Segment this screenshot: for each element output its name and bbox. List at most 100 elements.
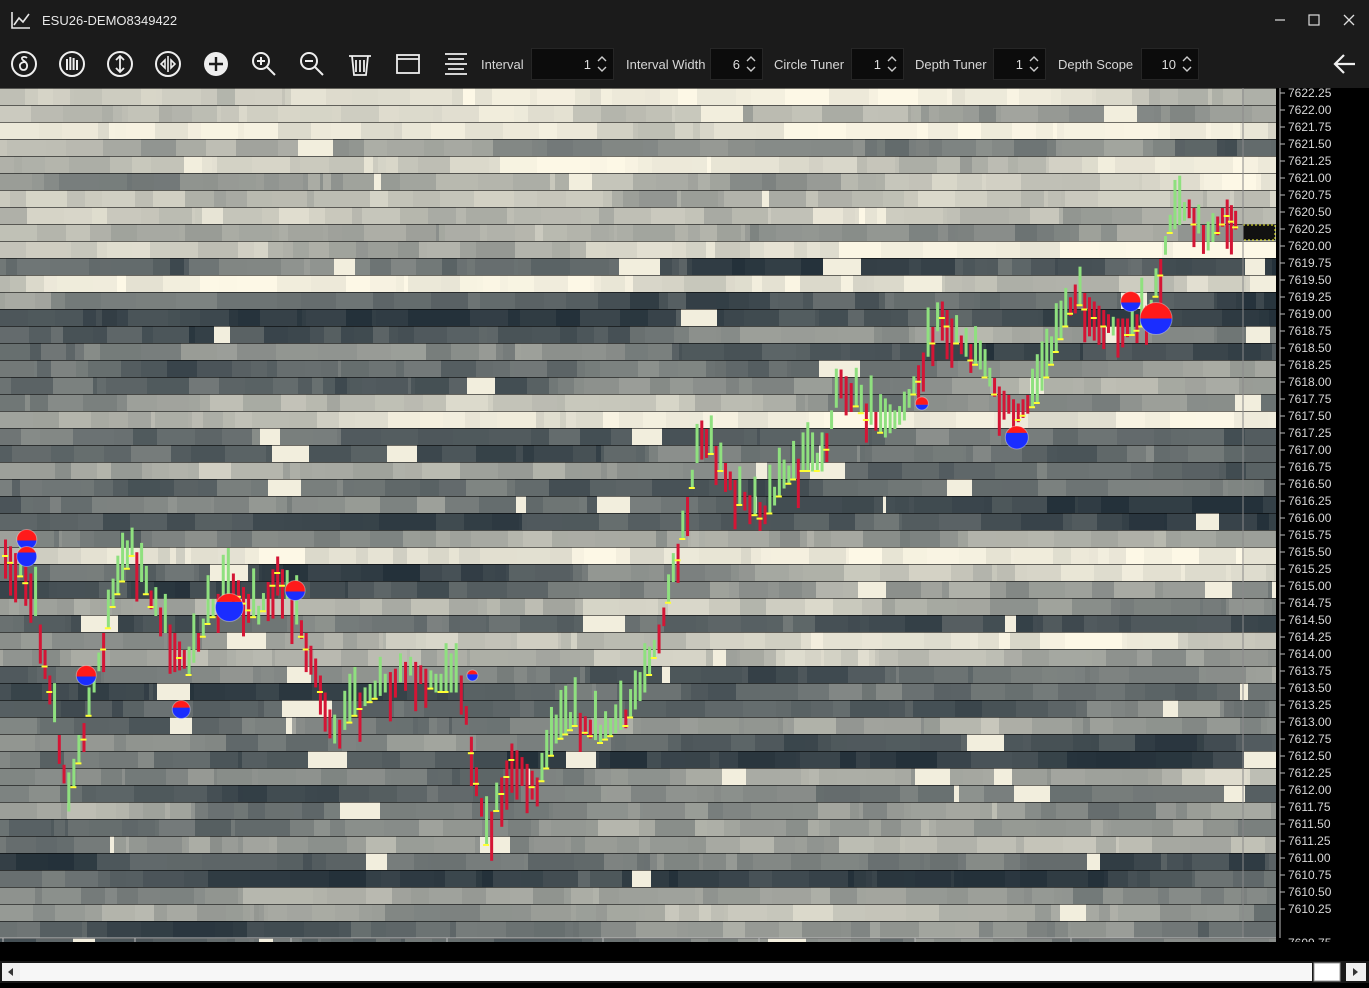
- bid-trade-bar: [135, 552, 139, 602]
- toolbar: Interval 1 Interval Width 6 Circle Tuner…: [0, 40, 1369, 88]
- ask-trade-bar: [568, 712, 572, 731]
- zoom-in-icon[interactable]: [249, 49, 279, 79]
- price-tick-label: 7616.25: [1288, 494, 1332, 508]
- price-tick-label: 7612.00: [1288, 783, 1332, 797]
- back-arrow-icon[interactable]: [1330, 49, 1360, 79]
- depth-heatmap-chart[interactable]: 7622.25 7622.00 7621.75 7621.50 7621.25 7621.…: [0, 88, 1369, 942]
- trade-dot: [1190, 223, 1197, 226]
- ask-trade-bar: [1178, 175, 1182, 225]
- close-icon[interactable]: [1334, 8, 1364, 32]
- horizontal-scrollbar[interactable]: [0, 961, 1369, 983]
- zoom-out-icon[interactable]: [297, 49, 327, 79]
- trade-dot: [1033, 402, 1040, 404]
- minimize-icon[interactable]: [1265, 8, 1295, 32]
- price-tick-label: 7613.25: [1288, 698, 1332, 712]
- trade-dot: [967, 359, 974, 362]
- ask-trade-bar: [373, 680, 377, 700]
- interval-width-value: 6: [732, 57, 740, 72]
- trade-dot: [109, 606, 116, 608]
- price-tick-label: 7611.50: [1288, 817, 1331, 831]
- up-down-arrows-icon[interactable]: [1027, 53, 1041, 75]
- price-tick-label: 7611.25: [1288, 834, 1331, 848]
- price-tick-label: 7614.00: [1288, 647, 1332, 661]
- bid-trade-bar: [62, 764, 66, 784]
- trade-dot: [483, 844, 490, 846]
- ask-trade-bar: [671, 553, 675, 582]
- trade-dot: [804, 470, 811, 472]
- bid-trade-bar: [48, 675, 52, 705]
- up-down-arrows-icon[interactable]: [595, 53, 609, 75]
- bid-trade-bar: [4, 539, 7, 579]
- align-lines-icon[interactable]: [441, 49, 471, 79]
- ask-trade-bar: [854, 367, 858, 407]
- window-panel-icon[interactable]: [393, 49, 423, 79]
- delta-tool-icon[interactable]: [9, 49, 39, 79]
- ask-trade-bar: [72, 758, 76, 788]
- bid-trade-bar: [931, 327, 935, 367]
- bid-trade-bar: [864, 403, 868, 443]
- trade-dot: [85, 714, 92, 717]
- ask-trade-bar: [974, 326, 978, 366]
- scroll-thumb[interactable]: [1313, 962, 1341, 982]
- price-tick-label: 7617.50: [1288, 409, 1332, 423]
- volume-profile-tool-icon[interactable]: [57, 49, 87, 79]
- trade-dot: [346, 721, 353, 724]
- bid-trade-bar: [578, 712, 582, 752]
- maximize-icon[interactable]: [1299, 8, 1329, 32]
- ask-trade-bar: [983, 349, 987, 378]
- trade-dot: [302, 648, 309, 651]
- trade-dot: [852, 405, 859, 408]
- up-down-arrows-icon[interactable]: [744, 53, 758, 75]
- bid-trade-bar: [178, 641, 182, 671]
- trade-dot: [717, 470, 724, 472]
- up-down-arrows-icon[interactable]: [1180, 53, 1194, 75]
- price-tick-label: 7613.00: [1288, 715, 1332, 729]
- ask-trade-bar: [257, 605, 261, 625]
- ask-trade-bar: [609, 718, 613, 737]
- add-study-icon[interactable]: [201, 49, 231, 79]
- interval-stepper[interactable]: 1: [531, 48, 614, 80]
- price-tick-label: 7610.50: [1288, 885, 1332, 899]
- trade-dot: [259, 610, 266, 613]
- ask-trade-bar: [1154, 268, 1158, 298]
- bid-trade-bar: [1083, 293, 1087, 343]
- depth-tuner-stepper[interactable]: 1: [993, 48, 1046, 80]
- up-down-arrows-icon[interactable]: [885, 53, 899, 75]
- depth-tuner-value: 1: [1015, 57, 1023, 72]
- price-tick-label: 7612.75: [1288, 732, 1332, 746]
- ask-trade-bar: [53, 683, 57, 723]
- clear-trash-icon[interactable]: [345, 49, 375, 79]
- ask-trade-bar: [549, 706, 553, 757]
- ask-trade-bar: [398, 653, 402, 683]
- bid-trade-bar: [505, 760, 509, 810]
- trade-dot: [751, 514, 758, 517]
- depth-scope-stepper[interactable]: 10: [1141, 48, 1199, 80]
- ask-trade-bar: [540, 752, 544, 782]
- trade-dot: [938, 317, 945, 319]
- horizontal-autoscale-icon[interactable]: [153, 49, 183, 79]
- bid-trade-bar: [997, 386, 1001, 436]
- trade-dot: [274, 572, 281, 574]
- ask-trade-bar: [926, 307, 930, 357]
- trade-dot: [269, 584, 276, 587]
- vertical-autoscale-icon[interactable]: [105, 49, 135, 79]
- ask-trade-bar: [564, 685, 568, 735]
- bid-trade-bar: [1159, 259, 1163, 309]
- ask-trade-bar: [87, 687, 91, 717]
- trade-dot: [581, 731, 588, 734]
- trade-dot: [1052, 351, 1059, 353]
- price-tick-label: 7612.25: [1288, 766, 1332, 780]
- price-tick-label: 7612.50: [1288, 749, 1332, 763]
- circle-tuner-stepper[interactable]: 1: [851, 48, 904, 80]
- interval-width-stepper[interactable]: 6: [710, 48, 763, 80]
- scroll-track[interactable]: [20, 963, 1312, 981]
- price-tick-label: 7621.25: [1288, 154, 1332, 168]
- trade-dot: [562, 733, 569, 736]
- ask-trade-bar: [955, 315, 959, 344]
- trade-dot: [114, 593, 121, 596]
- ask-trade-bar: [667, 574, 671, 604]
- price-tick-label: 7621.75: [1288, 120, 1332, 134]
- bid-trade-bar: [29, 573, 33, 623]
- trade-dot: [1128, 334, 1135, 336]
- ask-trade-bar: [811, 432, 815, 472]
